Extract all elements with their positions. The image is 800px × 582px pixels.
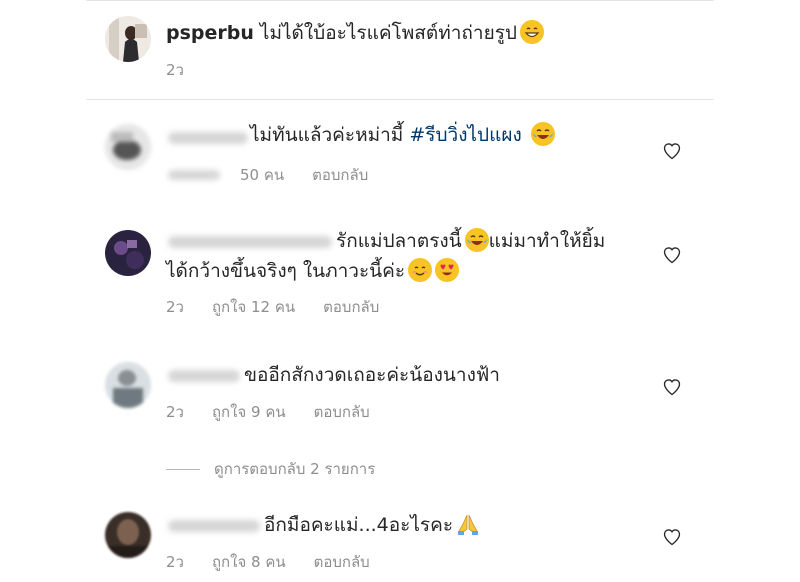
- likes-count[interactable]: ถูกใจ 9 คน: [212, 403, 286, 421]
- comment-meta: 2ว ถูกใจ 8 คน ตอบกลับ: [166, 550, 398, 574]
- reply-button[interactable]: ตอบกลับ: [314, 403, 370, 421]
- comment-text: รักแม่ปลาตรงนี้ แม่มาทำให้ยิ้ม: [336, 226, 605, 256]
- comment-meta: 2ว ถูกใจ 9 คน ตอบกลับ: [166, 400, 398, 424]
- avatar[interactable]: [105, 362, 151, 408]
- timestamp[interactable]: 2ว: [166, 403, 184, 421]
- blurred-username[interactable]: [168, 520, 260, 532]
- timestamp[interactable]: 2ว: [166, 61, 184, 79]
- heart-icon[interactable]: [662, 141, 682, 161]
- reply-button[interactable]: ตอบกลับ: [323, 298, 379, 316]
- divider: [86, 0, 714, 1]
- comment-meta: 50 คน ตอบกลับ: [240, 163, 396, 187]
- view-replies-label: ดูการตอบกลับ 2 รายการ: [214, 460, 376, 478]
- heart-icon[interactable]: [662, 377, 682, 397]
- likes-count[interactable]: 50 คน: [240, 166, 284, 184]
- blurred-username[interactable]: [168, 370, 240, 382]
- comment-body: รักแม่ปลาตรงนี้: [336, 230, 462, 252]
- comment-meta: 2ว: [166, 58, 212, 82]
- avatar[interactable]: [105, 512, 151, 558]
- comment-text: อีกมือคะแม่...4อะไรคะ: [264, 510, 480, 540]
- comment-text-line2: ได้กว้างขึ้นจริงๆ ในภาวะนี้ค่ะ: [166, 256, 460, 286]
- joy-face-icon: [464, 228, 489, 252]
- likes-count[interactable]: ถูกใจ 8 คน: [212, 553, 286, 571]
- reply-button[interactable]: ตอบกลับ: [314, 553, 370, 571]
- reply-button[interactable]: ตอบกลับ: [312, 166, 368, 184]
- comment-meta: 2ว ถูกใจ 12 คน ตอบกลับ: [166, 295, 407, 319]
- joy-face-icon: [530, 122, 555, 146]
- blurred-username[interactable]: [168, 236, 332, 248]
- comment-text: ไม่ทันแล้วค่ะหม่ามี้ #รีบวิ่งไปแผง: [250, 120, 555, 150]
- likes-count[interactable]: ถูกใจ 12 คน: [212, 298, 295, 316]
- view-replies-button[interactable]: ดูการตอบกลับ 2 รายการ: [166, 457, 375, 481]
- comment-body: แม่มาทำให้ยิ้ม: [488, 230, 606, 252]
- comment-text: ขออีกสักงวดเถอะค่ะน้องนางฟ้า: [244, 360, 500, 390]
- avatar[interactable]: [105, 16, 151, 62]
- comment-body: ได้กว้างขึ้นจริงๆ ในภาวะนี้ค่ะ: [166, 260, 406, 282]
- heart-eyes-face-icon: [435, 258, 460, 282]
- hashtag-link[interactable]: #รีบวิ่งไปแผง: [409, 124, 521, 146]
- view-replies-line: [166, 469, 200, 470]
- heart-icon[interactable]: [662, 527, 682, 547]
- blurred-timestamp: [168, 170, 220, 180]
- username[interactable]: psperbu: [166, 22, 254, 44]
- folded-hands-icon: [456, 512, 480, 536]
- comment-body: ไม่ทันแล้วค่ะหม่ามี้: [250, 124, 410, 146]
- grinning-face-icon: [519, 20, 544, 44]
- heart-icon[interactable]: [662, 245, 682, 265]
- comment-body: ไม่ได้ใบ้อะไรแค่โพสต์ท่าถ่ายรูป: [259, 22, 517, 44]
- blurred-username[interactable]: [168, 132, 248, 144]
- smiling-face-icon: [408, 258, 433, 282]
- divider: [86, 99, 714, 100]
- comment-body: อีกมือคะแม่...4อะไรคะ: [264, 514, 454, 536]
- timestamp[interactable]: 2ว: [166, 298, 184, 316]
- timestamp[interactable]: 2ว: [166, 553, 184, 571]
- avatar[interactable]: [105, 230, 151, 276]
- comment-body: ขออีกสักงวดเถอะค่ะน้องนางฟ้า: [244, 364, 500, 386]
- comment-text: psperbu ไม่ได้ใบ้อะไรแค่โพสต์ท่าถ่ายรูป: [166, 18, 544, 48]
- avatar[interactable]: [105, 124, 151, 170]
